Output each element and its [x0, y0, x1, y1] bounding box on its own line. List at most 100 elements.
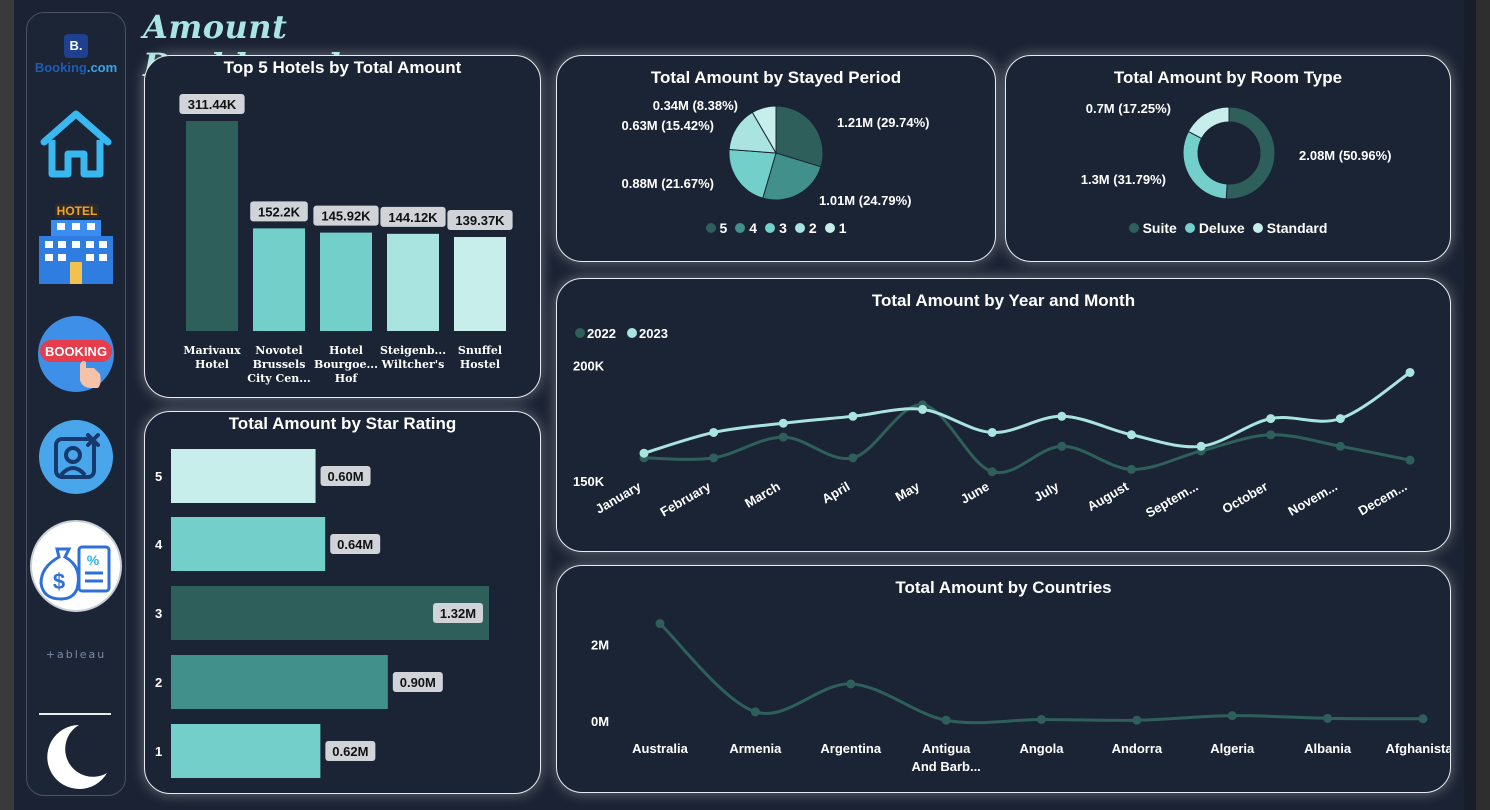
top-hotels-card: Top 5 Hotels by Total Amount 311.44K Mari…: [144, 55, 541, 398]
countries-y-tick-label: 0M: [591, 714, 609, 729]
year-series-point[interactable]: [778, 432, 788, 442]
sidebar: B. Booking.com HOTEL BOOKING $ % +ableau: [26, 12, 126, 796]
room-type-legend-swatch: [1128, 223, 1139, 233]
stayed-period-legend-item[interactable]: 4: [735, 220, 757, 236]
room-type-slice[interactable]: [1187, 106, 1230, 140]
hotel-bar-label: 152.2K: [258, 204, 301, 219]
room-type-legend-item[interactable]: Deluxe: [1184, 220, 1245, 236]
year-series-point[interactable]: [639, 448, 649, 458]
top-hotels-chart: 311.44KMarivauxHotel152.2KNovotelBrussel…: [179, 94, 513, 385]
year-series-point[interactable]: [1057, 441, 1067, 451]
countries-series-point[interactable]: [1323, 713, 1333, 723]
stayed-period-slice-label: 1.01M (24.79%): [819, 193, 912, 208]
countries-series-point[interactable]: [846, 679, 856, 689]
countries-x-tick-label: And Barb...: [911, 759, 980, 774]
user-remove-icon[interactable]: [27, 417, 125, 497]
year-series-point[interactable]: [1405, 455, 1415, 465]
star-category-label: 5: [155, 469, 162, 484]
year-legend-swatch: [575, 328, 585, 338]
year-legend-label[interactable]: 2023: [639, 326, 668, 341]
year-series-point[interactable]: [1196, 441, 1206, 451]
stayed-period-legend-item[interactable]: 5: [705, 220, 727, 236]
year-series-point[interactable]: [778, 418, 788, 428]
year-series-point[interactable]: [1405, 367, 1415, 377]
star-bar[interactable]: [171, 655, 388, 709]
star-category-label: 1: [155, 744, 162, 759]
hotel-category-label: Wiltcher's: [381, 358, 445, 371]
room-type-slice[interactable]: [1225, 106, 1276, 200]
year-series-line[interactable]: [643, 403, 1411, 475]
hotel-bar[interactable]: [186, 121, 238, 331]
year-series-point[interactable]: [987, 467, 997, 477]
star-bar-label: 0.62M: [332, 744, 368, 759]
countries-x-tick-label: Australia: [632, 741, 688, 756]
hotel-bar[interactable]: [253, 228, 305, 331]
star-rating-card: Total Amount by Star Rating 5 0.60M 4 0.64M…: [144, 411, 541, 794]
year-series-point[interactable]: [1335, 414, 1345, 424]
year-series-point[interactable]: [1335, 441, 1345, 451]
booking-logo-icon[interactable]: B. Booking.com: [27, 23, 125, 85]
stayed-period-legend-swatch: [705, 223, 716, 233]
stayed-period-legend-item[interactable]: 3: [765, 220, 787, 236]
countries-series-point[interactable]: [750, 707, 760, 717]
booking-logo-name: Booking: [34, 59, 87, 75]
stayed-period-legend-item[interactable]: 1: [824, 220, 846, 236]
countries-card: Total Amount by Countries 2M 0M Australia A…: [556, 565, 1451, 793]
stayed-period-legend-item[interactable]: 2: [794, 220, 817, 236]
year-legend-label[interactable]: 2022: [587, 326, 616, 341]
countries-series-line[interactable]: [658, 622, 1424, 725]
stayed-period-slice-label: 0.34M (8.38%): [653, 98, 738, 113]
hotel-icon[interactable]: HOTEL: [27, 199, 125, 289]
hotel-category-label: Hostel: [460, 358, 500, 371]
window-frame-left: [0, 0, 14, 810]
money-bag-icon[interactable]: $ %: [27, 517, 125, 615]
year-series-point[interactable]: [918, 404, 928, 414]
hotel-category-label: Hof: [335, 372, 359, 385]
year-y-tick-label: 200K: [573, 359, 605, 374]
window-frame-right-inner: [1464, 0, 1476, 810]
star-bar-label: 0.60M: [327, 469, 363, 484]
moon-icon[interactable]: [27, 719, 125, 793]
tableau-logo-icon[interactable]: +ableau: [27, 641, 125, 667]
year-x-tick-label: Novem...: [1285, 479, 1339, 519]
year-x-tick-label: March: [742, 479, 783, 511]
countries-series-point[interactable]: [1037, 714, 1046, 724]
year-series-point[interactable]: [1266, 430, 1276, 440]
countries-series-point[interactable]: [655, 619, 665, 629]
room-type-slice[interactable]: [1182, 130, 1228, 200]
year-series-point[interactable]: [709, 427, 719, 437]
hotel-category-label: Brussels: [253, 358, 306, 371]
countries-chart: 2M 0M Australia Armenia Argentina Antigua And …: [591, 619, 1450, 774]
year-series-point[interactable]: [1266, 414, 1276, 424]
room-type-legend-item[interactable]: Suite: [1128, 220, 1177, 236]
year-x-tick-label: July: [1031, 478, 1062, 504]
countries-series-point[interactable]: [1418, 714, 1428, 724]
year-series-point[interactable]: [848, 411, 858, 421]
hotel-bar[interactable]: [387, 233, 439, 331]
stayed-period-legend-swatch: [794, 223, 805, 233]
star-bar[interactable]: [171, 517, 326, 571]
year-series-point[interactable]: [848, 453, 858, 463]
countries-series-point[interactable]: [1227, 711, 1237, 721]
year-x-tick-label: Decem...: [1356, 479, 1410, 519]
room-type-legend-item[interactable]: Standard: [1252, 220, 1327, 236]
hotel-category-label: Marivaux: [183, 344, 241, 357]
year-series-point[interactable]: [709, 453, 719, 463]
star-bar[interactable]: [171, 724, 321, 778]
countries-series-point[interactable]: [941, 715, 951, 725]
year-series-point[interactable]: [987, 427, 997, 437]
star-bar[interactable]: [171, 449, 316, 503]
hotel-bar[interactable]: [320, 232, 372, 331]
booking-badge-icon[interactable]: BOOKING: [27, 309, 125, 399]
year-series-point[interactable]: [1057, 411, 1067, 421]
stayed-period-card: Total Amount by Stayed Period 1.21M (29.…: [556, 55, 996, 262]
star-category-label: 3: [155, 606, 162, 621]
year-series-point[interactable]: [1126, 430, 1136, 440]
room-type-legend: Suite Deluxe Standard: [1006, 220, 1450, 236]
stayed-period-legend: 5 4 3 2 1: [557, 220, 995, 236]
countries-series-point[interactable]: [1132, 715, 1142, 725]
page-title: Amount Dashboard: [143, 8, 340, 84]
year-series-point[interactable]: [1126, 464, 1136, 474]
hotel-bar[interactable]: [454, 237, 506, 331]
home-icon[interactable]: [27, 99, 125, 189]
